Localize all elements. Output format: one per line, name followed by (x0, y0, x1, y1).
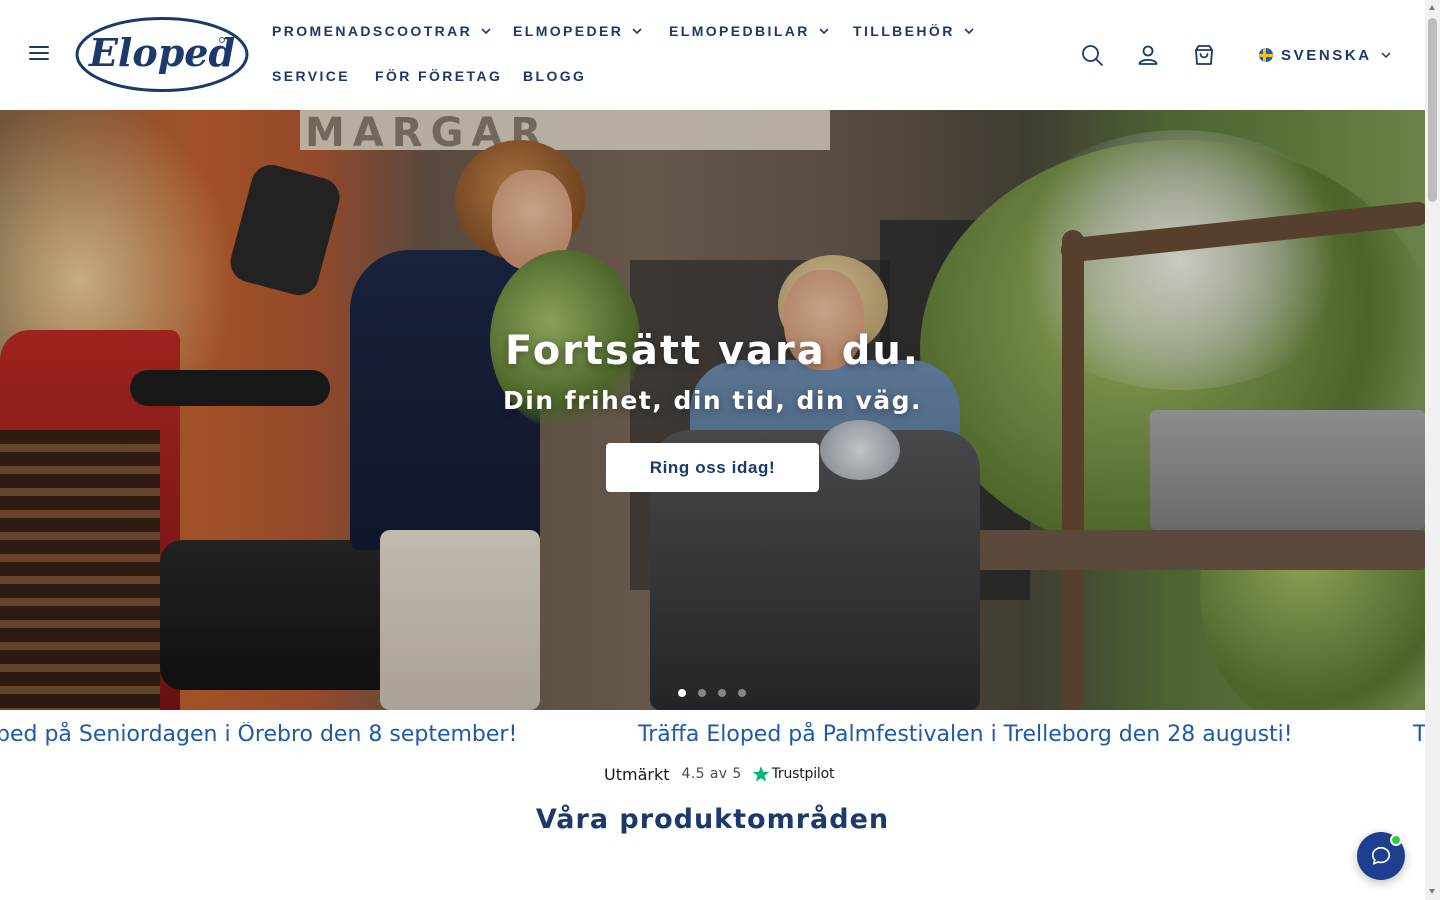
announcement-item[interactable]: ped på Seniordagen i Örebro den 8 septem… (0, 722, 517, 747)
section-title: Våra produktområden (535, 804, 890, 835)
nav-service[interactable]: SERVICE (272, 68, 350, 84)
slider-dot-3[interactable] (718, 689, 726, 697)
trustpilot-star-icon (752, 765, 770, 783)
nav-label: ELMOPEDBILAR (669, 23, 810, 39)
slider-dot-4[interactable] (738, 689, 746, 697)
hero-title: Fortsätt vara du. (504, 328, 920, 374)
search-icon[interactable] (1080, 43, 1104, 67)
chevron-down-icon (1380, 49, 1392, 61)
nav-for-foretag[interactable]: FÖR FÖRETAG (375, 68, 502, 84)
nav-label: TILLBEHÖR (853, 23, 955, 39)
nav-label: FÖR FÖRETAG (375, 68, 503, 84)
account-icon[interactable] (1136, 43, 1160, 67)
nav-label: PROMENADSCOOTRAR (272, 23, 473, 39)
site-header: Eloped PROMENADSCOOTRAR ELMOPEDER ELMOPE… (0, 0, 1425, 110)
nav-tillbehor[interactable]: TILLBEHÖR (853, 23, 975, 39)
nav-label: ELMOPEDER (513, 23, 624, 39)
chevron-down-icon (963, 25, 975, 37)
sweden-flag-icon (1259, 48, 1273, 62)
nav-elmopedbilar[interactable]: ELMOPEDBILAR (669, 23, 830, 39)
trustpilot-widget[interactable]: Utmärkt 4.5 av 5 Trustpilot (604, 762, 834, 786)
scrollbar-thumb[interactable] (1428, 18, 1437, 202)
chevron-down-icon (480, 25, 492, 37)
hero-banner: MARGAR Fortsätt vara du. Din frihet, din… (0, 110, 1425, 710)
nav-blogg[interactable]: BLOGG (523, 68, 586, 84)
logo-text: Eloped (88, 30, 235, 75)
online-status-dot (1390, 834, 1402, 846)
menu-icon[interactable] (29, 44, 51, 62)
announcement-item[interactable]: T (1413, 722, 1425, 747)
eloped-logo[interactable]: Eloped (74, 16, 250, 93)
chevron-down-icon (818, 25, 830, 37)
page-scrollbar[interactable] (1425, 0, 1440, 900)
nav-promenadscootrar[interactable]: PROMENADSCOOTRAR (272, 23, 492, 39)
language-label: SVENSKA (1281, 46, 1372, 64)
trustpilot-rating-label: Utmärkt (604, 764, 670, 784)
announcement-item[interactable]: Träffa Eloped på Palmfestivalen i Trelle… (638, 722, 1293, 747)
trustpilot-brand: Trustpilot (771, 766, 835, 782)
nav-label: BLOGG (523, 68, 587, 84)
nav-elmopeder[interactable]: ELMOPEDER (513, 23, 643, 39)
language-selector[interactable]: SVENSKA (1259, 45, 1392, 65)
scroll-down-arrow-icon[interactable] (1425, 884, 1440, 900)
slider-dot-2[interactable] (698, 689, 706, 697)
hero-subtitle: Din frihet, din tid, din väg. (502, 386, 923, 415)
nav-label: SERVICE (272, 68, 351, 84)
slider-dots (678, 689, 746, 699)
chevron-down-icon (631, 25, 643, 37)
trustpilot-score: 4.5 av 5 (681, 766, 742, 782)
chat-bubble-icon (1371, 846, 1391, 865)
scroll-up-arrow-icon[interactable] (1425, 0, 1440, 16)
call-us-button[interactable]: Ring oss idag! (606, 443, 819, 492)
cart-icon[interactable] (1192, 43, 1216, 67)
slider-dot-1[interactable] (678, 689, 686, 697)
announcement-marquee: ped på Seniordagen i Örebro den 8 septem… (0, 722, 1425, 754)
